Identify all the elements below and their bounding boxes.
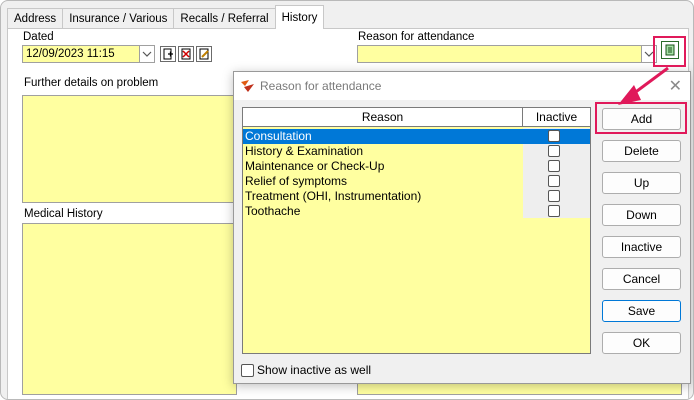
highlight-arrow-icon [618, 66, 669, 105]
app-window: Address Insurance / Various Recalls / Re… [0, 0, 694, 400]
tab-history[interactable]: History [274, 5, 325, 29]
